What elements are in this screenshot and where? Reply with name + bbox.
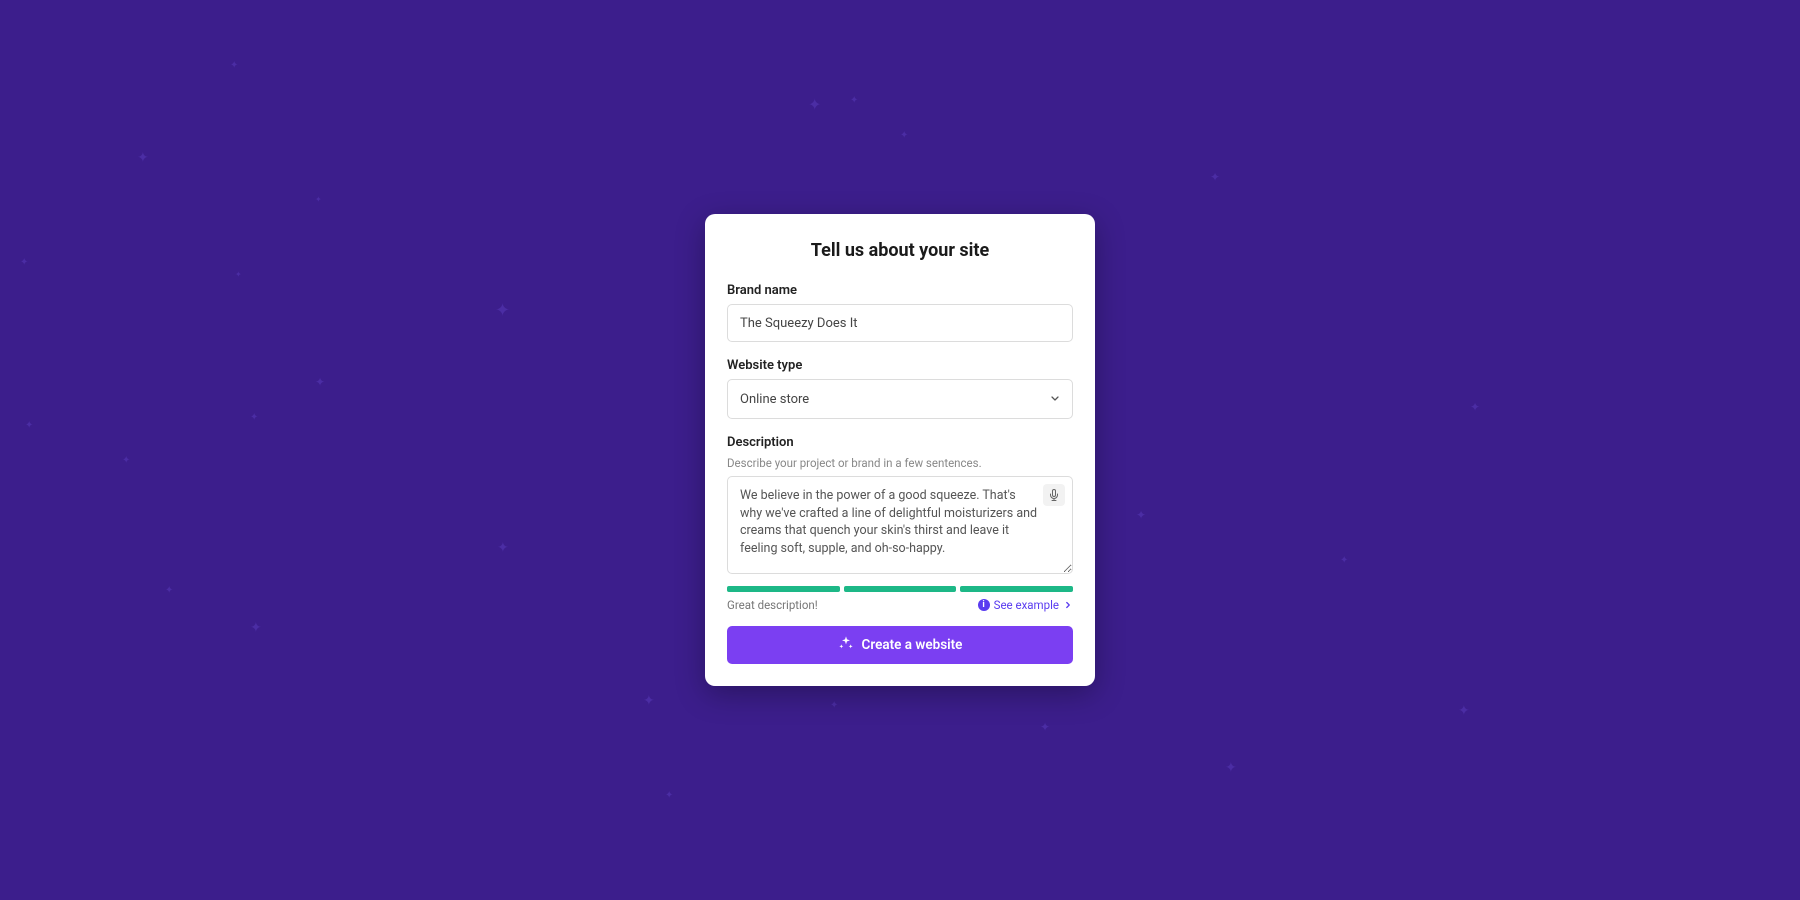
create-website-button[interactable]: Create a website bbox=[727, 626, 1073, 664]
chevron-right-icon bbox=[1063, 600, 1073, 610]
info-icon: i bbox=[978, 599, 990, 611]
sparkle-icon bbox=[838, 635, 854, 655]
card-title: Tell us about your site bbox=[727, 240, 1073, 261]
website-type-select[interactable]: Online store bbox=[727, 379, 1073, 419]
microphone-icon bbox=[1048, 486, 1060, 505]
description-textarea[interactable] bbox=[727, 476, 1073, 574]
description-field-group: Description Describe your project or bra… bbox=[727, 435, 1073, 612]
onboarding-card: Tell us about your site Brand name Websi… bbox=[705, 214, 1095, 686]
brand-name-field-group: Brand name bbox=[727, 283, 1073, 342]
microphone-button[interactable] bbox=[1043, 484, 1065, 506]
feedback-text: Great description! bbox=[727, 598, 818, 612]
description-label: Description bbox=[727, 435, 1073, 450]
see-example-link[interactable]: i See example bbox=[978, 598, 1073, 612]
strength-bar-3 bbox=[960, 586, 1073, 592]
strength-bar-1 bbox=[727, 586, 840, 592]
website-type-select-wrapper: Online store bbox=[727, 379, 1073, 419]
brand-name-label: Brand name bbox=[727, 283, 1073, 298]
website-type-field-group: Website type Online store bbox=[727, 358, 1073, 419]
feedback-row: Great description! i See example bbox=[727, 598, 1073, 612]
brand-name-input[interactable] bbox=[727, 304, 1073, 342]
description-helper: Describe your project or brand in a few … bbox=[727, 456, 1073, 470]
description-strength-meter bbox=[727, 586, 1073, 592]
create-website-label: Create a website bbox=[862, 637, 963, 653]
description-textarea-wrapper bbox=[727, 476, 1073, 578]
see-example-label: See example bbox=[994, 598, 1059, 612]
website-type-label: Website type bbox=[727, 358, 1073, 373]
strength-bar-2 bbox=[844, 586, 957, 592]
